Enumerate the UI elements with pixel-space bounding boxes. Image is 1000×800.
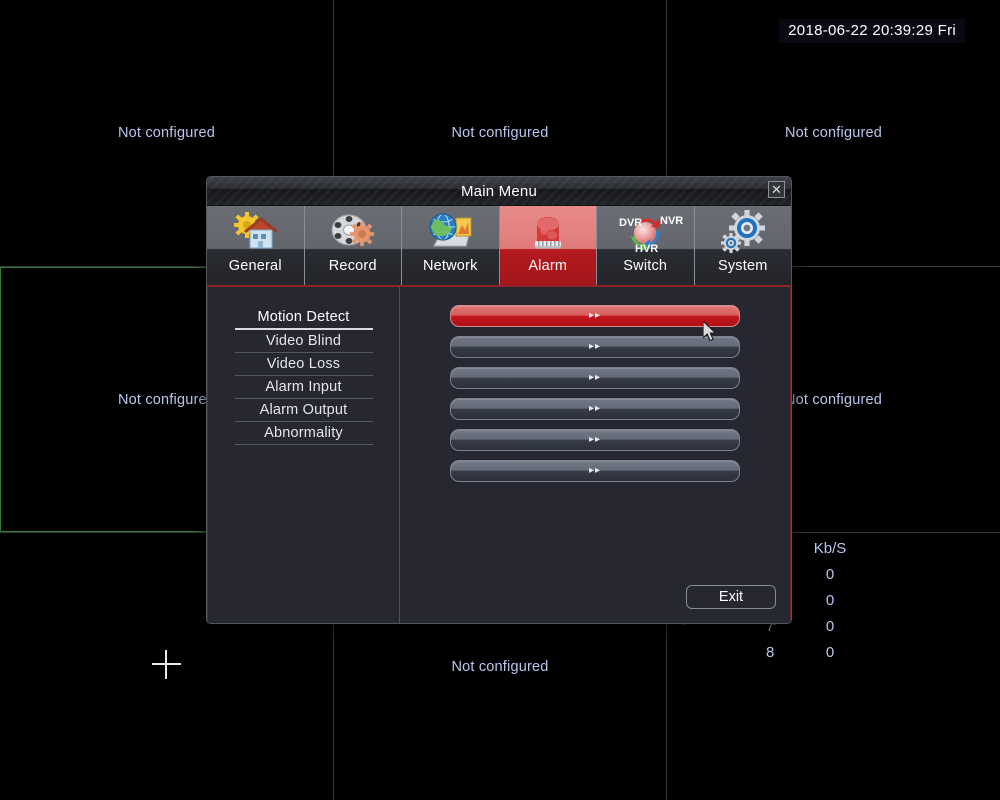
double-chevron-right-icon: ▸▸	[588, 403, 602, 414]
alarm-actions-pane: ▸▸ ▸▸ ▸▸ ▸▸ ▸▸ ▸▸ Exit	[400, 287, 790, 623]
bitrate-row: 8 0	[766, 640, 858, 666]
submenu-label: Alarm Output	[259, 402, 348, 418]
double-chevron-right-icon: ▸▸	[588, 465, 602, 476]
action-button-abnormality[interactable]: ▸▸	[450, 460, 740, 482]
action-button-video-blind[interactable]: ▸▸	[450, 336, 740, 358]
tab-label: System	[717, 258, 768, 274]
main-menu-dialog: Main Menu ✕ General Record Network Alarm…	[206, 176, 792, 624]
action-button-alarm-output[interactable]: ▸▸	[450, 429, 740, 451]
video-cell-label: Not configured	[451, 125, 549, 141]
double-chevron-right-icon: ▸▸	[588, 434, 602, 445]
bitrate-header-rate: Kb/S	[813, 540, 847, 557]
action-button-alarm-input[interactable]: ▸▸	[450, 398, 740, 420]
alarm-submenu-list: Motion Detect Video Blind Video Loss Ala…	[208, 287, 400, 623]
double-chevron-right-icon: ▸▸	[588, 310, 602, 321]
tab-label: Network	[422, 258, 478, 274]
video-cell-label: Not configured	[784, 125, 883, 141]
tab-network[interactable]: Network	[402, 206, 500, 285]
tab-label: Record	[328, 258, 377, 274]
submenu-label: Alarm Input	[265, 379, 342, 395]
bitrate-channel: 8	[766, 644, 775, 661]
tab-record[interactable]: Record	[305, 206, 402, 285]
house-gear-icon	[207, 206, 304, 256]
action-button-video-loss[interactable]: ▸▸	[450, 367, 740, 389]
siren-icon	[500, 206, 597, 256]
dialog-tabbar: General Record Network Alarm DVR NVR HVR…	[207, 206, 791, 287]
switch-hvr-label: HVR	[635, 243, 658, 254]
dialog-title: Main Menu	[460, 182, 537, 200]
video-cell-label: Not configured	[117, 125, 216, 141]
submenu-label: Abnormality	[264, 425, 343, 441]
blue-gears-icon	[695, 206, 792, 256]
tab-alarm[interactable]: Alarm	[499, 206, 597, 285]
tab-label: General	[228, 258, 282, 274]
double-chevron-right-icon: ▸▸	[588, 341, 602, 352]
dvr-nvr-hvr-icon: DVR NVR HVR	[597, 206, 694, 256]
submenu-item-video-blind[interactable]: Video Blind	[234, 330, 373, 353]
submenu-label: Video Loss	[266, 356, 341, 372]
bitrate-value: 0	[825, 566, 835, 583]
submenu-item-abnormality[interactable]: Abnormality	[234, 422, 373, 445]
close-icon[interactable]: ✕	[768, 181, 785, 198]
submenu-item-video-loss[interactable]: Video Loss	[234, 353, 373, 376]
dialog-body: Motion Detect Video Blind Video Loss Ala…	[207, 287, 791, 623]
tab-label: Switch	[623, 258, 668, 274]
bitrate-value: 0	[825, 644, 835, 661]
video-cell-label: Not configured	[117, 391, 216, 408]
clock-timestamp: 2018-06-22 20:39:29 Fri	[779, 19, 965, 43]
video-cell-label: Not configured	[784, 391, 883, 408]
globe-laptop-icon	[402, 206, 499, 256]
submenu-item-alarm-input[interactable]: Alarm Input	[234, 376, 373, 399]
dialog-titlebar: Main Menu ✕	[207, 177, 791, 206]
bitrate-value: 0	[825, 592, 835, 609]
submenu-item-alarm-output[interactable]: Alarm Output	[234, 399, 373, 422]
submenu-label: Motion Detect	[257, 309, 350, 325]
action-button-motion-detect[interactable]: ▸▸	[450, 305, 740, 327]
video-cell-label: Not configured	[451, 658, 549, 675]
switch-dvr-label: DVR	[619, 217, 642, 229]
tab-switch[interactable]: DVR NVR HVR Switch	[597, 206, 695, 285]
tab-general[interactable]: General	[207, 206, 305, 285]
submenu-item-motion-detect[interactable]: Motion Detect	[234, 306, 373, 330]
double-chevron-right-icon: ▸▸	[588, 372, 602, 383]
film-reel-gear-icon	[305, 206, 402, 256]
submenu-label: Video Blind	[265, 333, 342, 349]
tab-system[interactable]: System	[695, 206, 792, 285]
tab-label: Alarm	[528, 258, 568, 274]
exit-button[interactable]: Exit	[686, 585, 776, 609]
switch-nvr-label: NVR	[660, 215, 683, 227]
